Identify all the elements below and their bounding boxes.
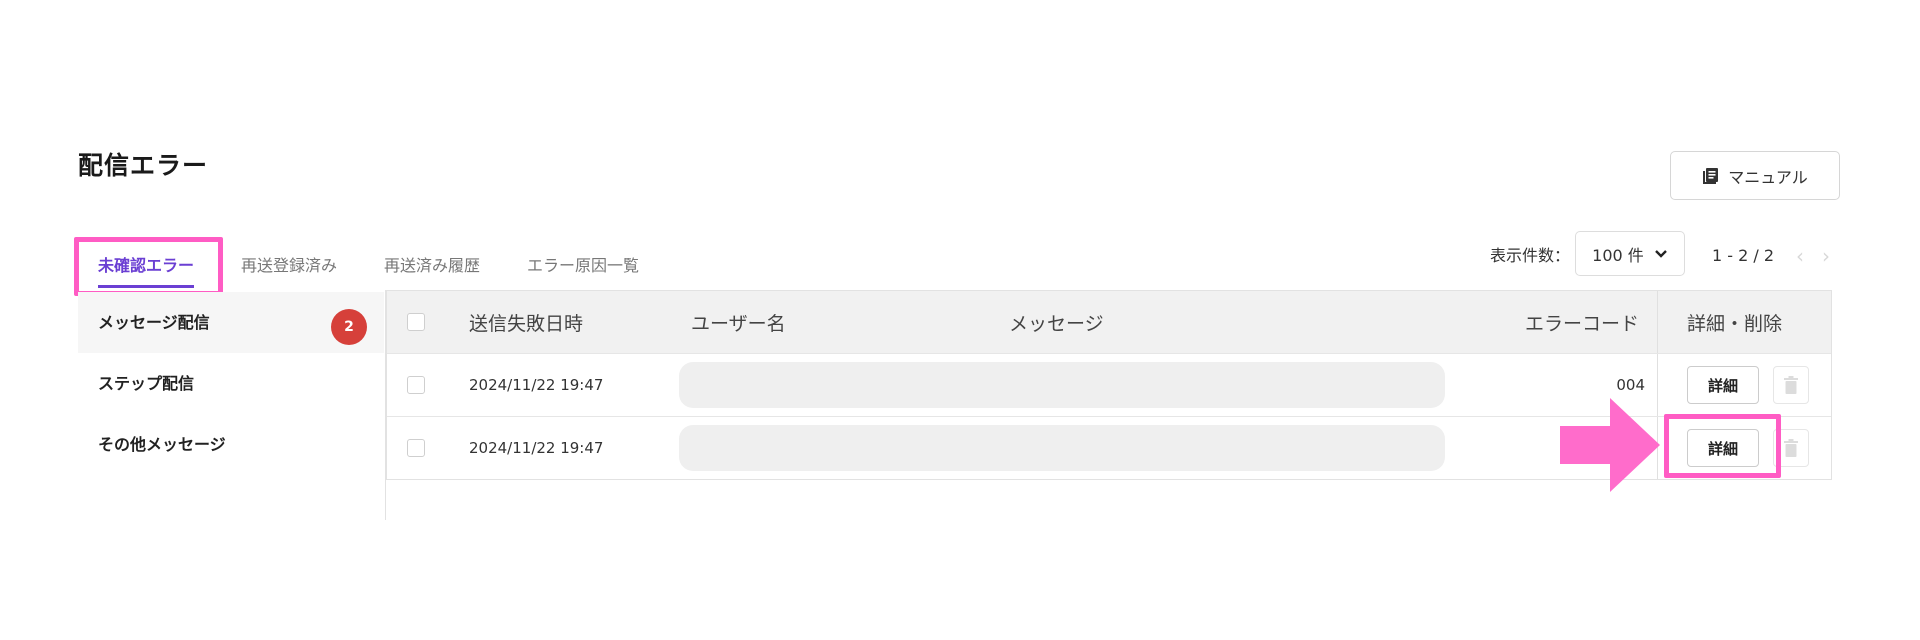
row-select-cell xyxy=(407,417,425,479)
column-separator xyxy=(1657,291,1658,353)
annotation-arrow-icon xyxy=(1560,398,1660,492)
chevron-left-icon[interactable]: ‹ xyxy=(1796,244,1804,268)
sent-failed-at: 2024/11/22 19:47 xyxy=(469,439,604,457)
sidebar-item-label: メッセージ配信 xyxy=(98,313,210,332)
book-icon xyxy=(1703,167,1719,184)
per-page-label: 表示件数： xyxy=(1490,246,1571,265)
column-header-actions: 詳細・削除 xyxy=(1687,312,1783,335)
sidebar-item-step-delivery[interactable]: ステップ配信 xyxy=(78,353,384,414)
masked-user-message xyxy=(679,362,1445,408)
table-header: 送信失敗日時 ユーザー名 メッセージ エラーコード 詳細・削除 xyxy=(387,291,1831,353)
column-header-message: メッセージ xyxy=(1009,312,1104,335)
chevron-right-icon[interactable]: › xyxy=(1822,244,1830,268)
detail-button[interactable]: 詳細 xyxy=(1687,366,1759,404)
manual-button-label: マニュアル xyxy=(1728,167,1808,187)
manual-button[interactable]: マニュアル xyxy=(1670,151,1840,200)
sidebar-item-label: その他メッセージ xyxy=(98,435,226,454)
chevron-down-icon xyxy=(1654,249,1667,258)
column-header-error-code: エラーコード xyxy=(1525,312,1640,335)
sidebar-item-message-delivery[interactable]: メッセージ配信 2 xyxy=(78,292,384,353)
tab-resend-registered[interactable]: 再送登録済み xyxy=(241,240,337,292)
column-header-sent-failed-at: 送信失敗日時 xyxy=(469,312,584,335)
select-all-cell xyxy=(407,291,425,353)
row-select-cell xyxy=(407,354,425,416)
per-page-select[interactable]: 100 件 xyxy=(1575,231,1685,276)
page-range: 1 - 2 / 2 xyxy=(1712,246,1775,265)
sent-failed-at: 2024/11/22 19:47 xyxy=(469,376,604,394)
sidebar: メッセージ配信 2 ステップ配信 その他メッセージ xyxy=(78,292,384,475)
trash-icon xyxy=(1784,439,1798,457)
error-count-badge: 2 xyxy=(331,309,367,345)
tab-label: エラー原因一覧 xyxy=(527,256,640,275)
sidebar-item-label: ステップ配信 xyxy=(98,374,195,393)
delete-button[interactable] xyxy=(1773,366,1809,404)
sidebar-item-other-messages[interactable]: その他メッセージ xyxy=(78,414,384,475)
column-header-user-name: ユーザー名 xyxy=(691,312,786,335)
tab-label: 再送済み履歴 xyxy=(384,256,481,275)
page-title: 配信エラー xyxy=(78,151,209,180)
row-checkbox[interactable] xyxy=(407,439,425,457)
tab-resend-history[interactable]: 再送済み履歴 xyxy=(384,240,480,292)
per-page-value: 100 件 xyxy=(1592,245,1644,265)
highlight-box-detail xyxy=(1664,414,1781,478)
masked-user-message xyxy=(679,425,1445,471)
tab-label: 再送登録済み xyxy=(241,256,338,275)
trash-icon xyxy=(1784,376,1798,394)
highlight-box-tab xyxy=(74,237,223,296)
tab-error-cause-list[interactable]: エラー原因一覧 xyxy=(527,240,639,292)
row-checkbox[interactable] xyxy=(407,376,425,394)
select-all-checkbox[interactable] xyxy=(407,313,425,331)
